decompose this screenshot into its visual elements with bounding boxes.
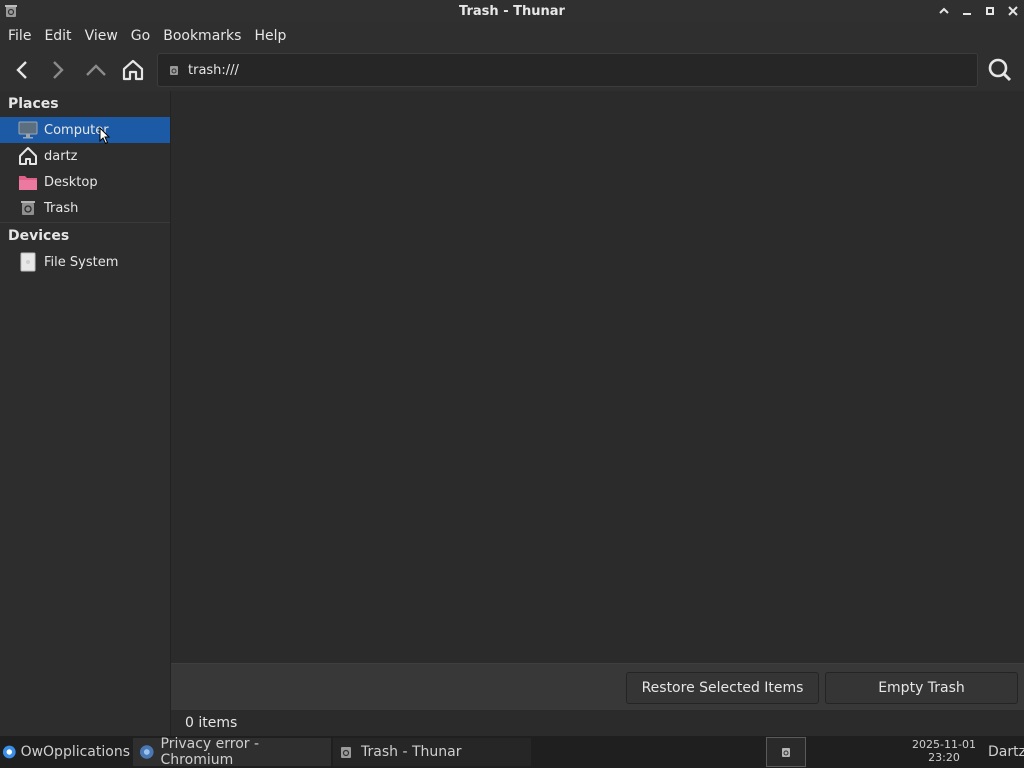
sidebar-item-label: Trash (44, 200, 79, 216)
computer-icon (18, 120, 38, 140)
restore-selected-button[interactable]: Restore Selected Items (626, 672, 819, 704)
forward-button[interactable] (44, 56, 72, 84)
taskbar: OwOpplications Privacy error - Chromium … (0, 736, 1024, 768)
home-button[interactable] (119, 56, 147, 84)
sidebar-item-label: dartz (44, 148, 78, 164)
search-button[interactable] (986, 56, 1014, 84)
devices-heading: Devices (8, 228, 70, 244)
shade-icon[interactable] (934, 2, 953, 20)
sidebar-item-file-system[interactable]: File System (0, 249, 170, 275)
clock[interactable]: 2025-11-01 23:20 (900, 738, 988, 764)
drive-icon (18, 252, 38, 272)
chevron-right-icon (53, 61, 64, 79)
trash-icon (782, 748, 790, 757)
app-menu-icon (2, 745, 16, 759)
applications-label: OwOpplications (20, 744, 130, 760)
task-label: Trash - Thunar (361, 744, 462, 760)
window-title: Trash - Thunar (459, 3, 565, 19)
sidebar-item-label: File System (44, 254, 119, 270)
chevron-left-icon (16, 61, 27, 79)
trash-icon (341, 747, 351, 758)
clock-time: 23:20 (928, 751, 960, 764)
sidebar-item-dartz[interactable]: dartz (0, 143, 170, 169)
sidebar-item-trash[interactable]: Trash (0, 195, 170, 221)
trash-app-icon (4, 4, 18, 18)
window-titlebar: Trash - Thunar (0, 0, 1024, 22)
clock-date: 2025-11-01 (912, 738, 976, 751)
menu-file[interactable]: File (2, 28, 37, 44)
close-icon[interactable] (1003, 2, 1022, 20)
status-bar: 0 items (171, 710, 1024, 736)
chromium-icon (139, 745, 154, 759)
search-icon (988, 58, 1012, 82)
location-bar[interactable]: trash:/// (157, 53, 978, 87)
empty-trash-button[interactable]: Empty Trash (825, 672, 1018, 704)
sidebar-item-computer[interactable]: Computer (0, 117, 170, 145)
applications-menu-button[interactable]: OwOpplications (0, 738, 130, 766)
menu-help[interactable]: Help (248, 28, 292, 44)
task-label: Privacy error - Chromium (160, 736, 260, 768)
sidebar-item-label: Desktop (44, 174, 98, 190)
back-button[interactable] (8, 56, 36, 84)
home-icon (18, 146, 38, 166)
trash-icon (18, 198, 38, 218)
menu-bookmarks[interactable]: Bookmarks (157, 28, 247, 44)
user-menu[interactable]: Dartz (988, 736, 1024, 768)
places-heading: Places (8, 96, 59, 112)
minimize-icon[interactable] (957, 2, 976, 20)
trash-action-bar: Restore Selected Items Empty Trash (171, 663, 1024, 710)
tray-trash-button[interactable] (766, 737, 806, 767)
task-thunar[interactable]: Trash - Thunar (333, 738, 531, 766)
menu-go[interactable]: Go (125, 28, 156, 44)
trash-icon (168, 64, 180, 76)
sidebar-item-desktop[interactable]: Desktop (0, 169, 170, 195)
task-chromium[interactable]: Privacy error - Chromium (133, 736, 331, 768)
toolbar: trash:/// (0, 49, 1024, 91)
menu-edit[interactable]: Edit (38, 28, 77, 44)
menu-bar: File Edit View Go Bookmarks Help (0, 22, 1024, 49)
file-view[interactable] (171, 91, 1024, 663)
location-path[interactable]: trash:/// (188, 63, 239, 78)
maximize-icon[interactable] (980, 2, 999, 20)
chevron-up-icon (86, 64, 106, 76)
folder-icon (18, 172, 38, 192)
item-count: 0 items (185, 715, 238, 731)
parent-folder-button[interactable] (82, 56, 110, 84)
sidebar: Places Computer dartz Desktop Trash Devi… (0, 91, 171, 736)
home-icon (122, 59, 144, 81)
menu-view[interactable]: View (79, 28, 124, 44)
